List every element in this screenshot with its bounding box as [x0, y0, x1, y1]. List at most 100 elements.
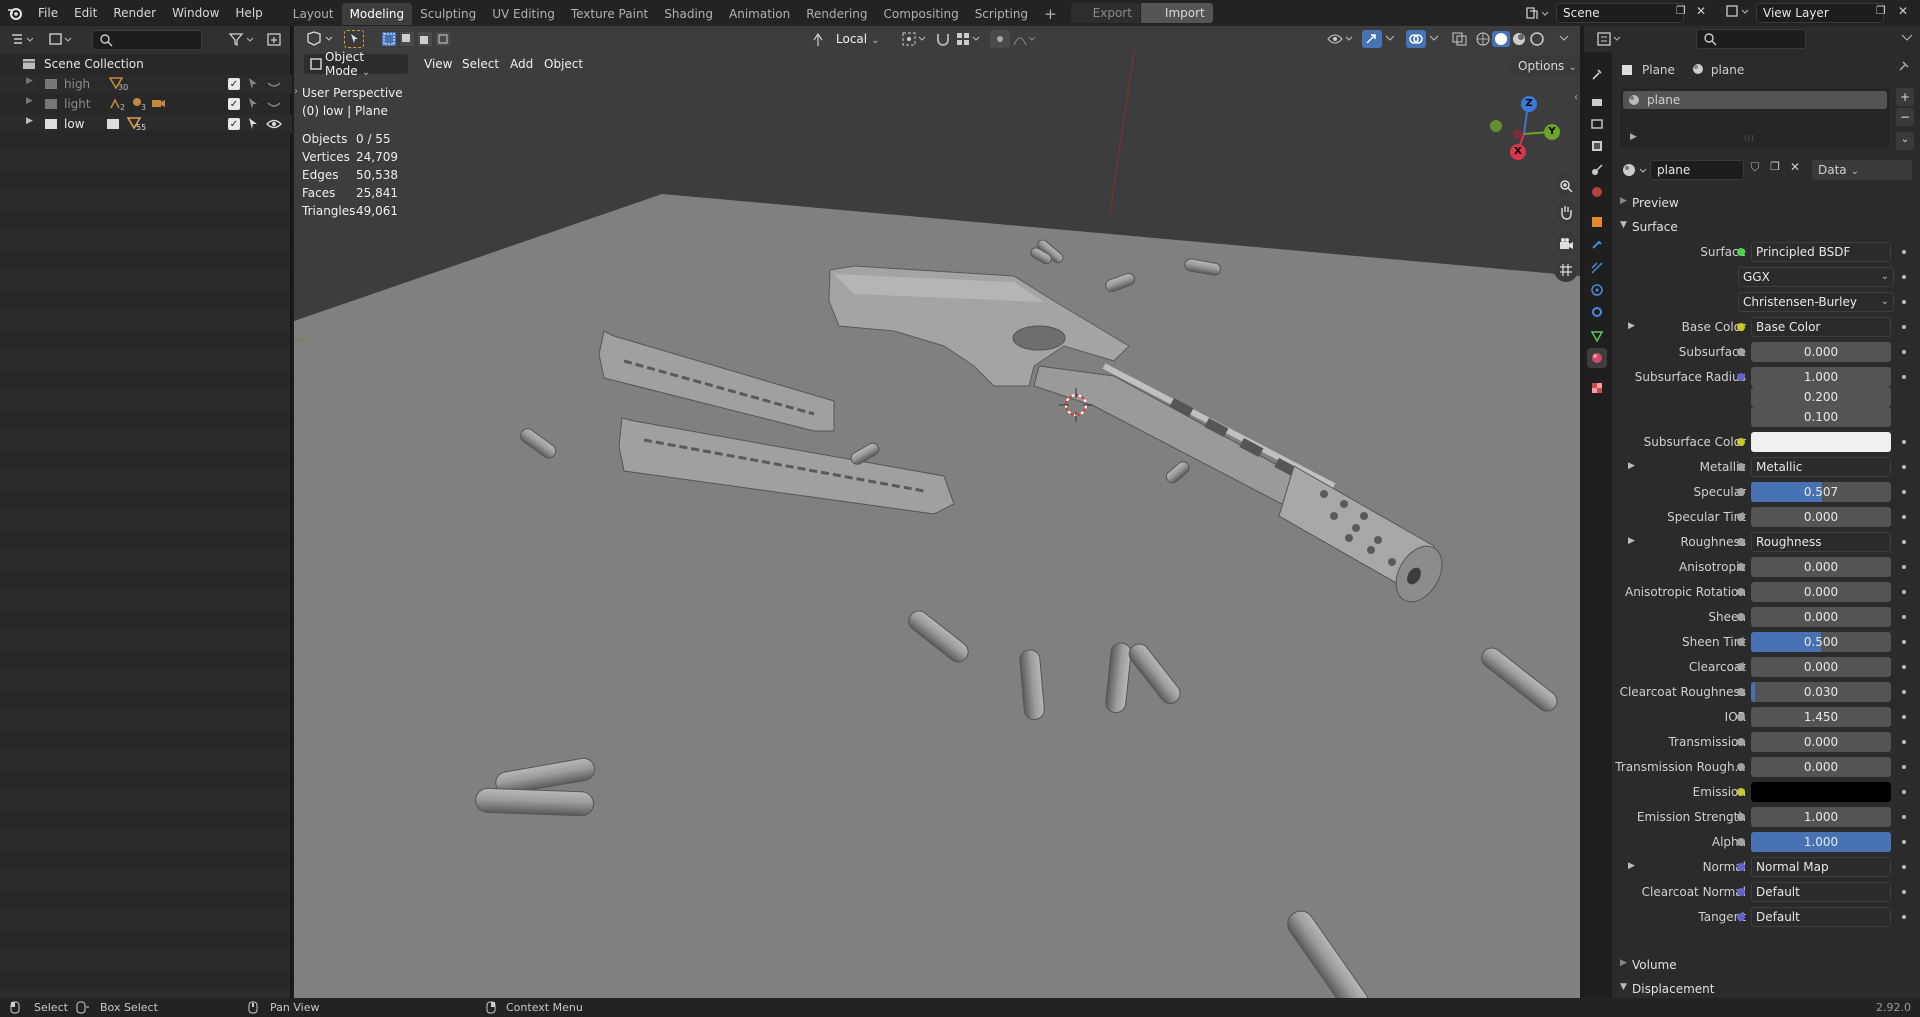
tab-data-icon[interactable]	[1587, 326, 1607, 346]
tab-output-icon[interactable]	[1587, 114, 1607, 134]
keyframe-dot-icon[interactable]	[1902, 490, 1906, 494]
expand-arrow-icon[interactable]: ▶	[1628, 861, 1635, 871]
keyframe-dot-icon[interactable]	[1902, 375, 1906, 379]
number-slider[interactable]: 0.000	[1751, 342, 1891, 362]
copy-view-layer-icon[interactable]: ❐	[1876, 4, 1892, 22]
duplicate-material-icon[interactable]: ❐	[1766, 160, 1784, 180]
number-slider[interactable]: 0.507	[1751, 482, 1891, 502]
keyframe-dot-icon[interactable]	[1902, 515, 1906, 519]
menu-window[interactable]: Window	[164, 0, 227, 26]
tab-render-icon[interactable]	[1587, 92, 1607, 112]
keyframe-dot-icon[interactable]	[1902, 465, 1906, 469]
select-arrow-icon[interactable]	[247, 77, 259, 94]
view-layer-icon[interactable]	[1724, 3, 1754, 23]
camera-view-icon[interactable]	[1554, 232, 1578, 256]
unlink-material-icon[interactable]: ✕	[1786, 160, 1804, 180]
number-slider[interactable]: 0.030	[1751, 682, 1891, 702]
exclude-checkbox[interactable]: ✓	[228, 98, 240, 110]
keyframe-dot-icon[interactable]	[1902, 275, 1906, 279]
add-slot-button[interactable]: +	[1896, 88, 1914, 106]
tab-modeling[interactable]: Modeling	[341, 3, 413, 25]
socket-dot-icon[interactable]	[1737, 838, 1745, 846]
number-slider[interactable]: 0.000	[1751, 557, 1891, 577]
view-layer-field[interactable]: View Layer	[1756, 3, 1884, 23]
color-swatch[interactable]	[1751, 432, 1891, 452]
tab-compositing[interactable]: Compositing	[875, 3, 966, 25]
navigation-gizmo[interactable]: Z Y X	[1484, 88, 1564, 178]
vector-field[interactable]: 1.000	[1751, 367, 1891, 387]
remove-slot-button[interactable]: −	[1896, 108, 1914, 126]
surface-section-header[interactable]: ▼ Surface	[1612, 216, 1920, 238]
copy-scene-icon[interactable]: ❐	[1676, 4, 1692, 22]
number-slider[interactable]: 0.000	[1751, 582, 1891, 602]
number-slider[interactable]: 1.000	[1751, 832, 1891, 852]
keyframe-dot-icon[interactable]	[1902, 815, 1906, 819]
tab-object-icon[interactable]	[1587, 212, 1607, 232]
pan-hand-icon[interactable]	[1554, 200, 1578, 224]
properties-search-input[interactable]	[1696, 29, 1806, 49]
exclude-checkbox[interactable]: ✓	[228, 78, 240, 90]
expand-arrow-icon[interactable]: ▶	[1628, 461, 1635, 471]
menu-help[interactable]: Help	[227, 0, 270, 26]
tab-texture-icon[interactable]	[1587, 378, 1607, 398]
keyframe-dot-icon[interactable]	[1902, 325, 1906, 329]
tab-particles-icon[interactable]	[1587, 258, 1607, 278]
visibility-closed-icon[interactable]	[266, 99, 282, 113]
keyframe-dot-icon[interactable]	[1902, 615, 1906, 619]
number-slider[interactable]: 0.000	[1751, 757, 1891, 777]
socket-dot-icon[interactable]	[1737, 888, 1745, 896]
tab-shading[interactable]: Shading	[656, 3, 721, 25]
socket-dot-icon[interactable]	[1737, 538, 1745, 546]
tab-animation[interactable]: Animation	[721, 3, 798, 25]
outliner-search-input[interactable]	[92, 30, 202, 50]
keyframe-dot-icon[interactable]	[1902, 865, 1906, 869]
tab-world-icon[interactable]	[1587, 182, 1607, 202]
keyframe-dot-icon[interactable]	[1902, 540, 1906, 544]
number-slider[interactable]: 0.000	[1751, 507, 1891, 527]
preview-section-header[interactable]: ▶ Preview	[1612, 192, 1920, 214]
overlays-dropdown-icon[interactable]	[1428, 32, 1440, 44]
socket-dot-icon[interactable]	[1737, 488, 1745, 496]
menu-edit[interactable]: Edit	[66, 0, 105, 26]
tab-scene-icon[interactable]	[1587, 160, 1607, 180]
ortho-grid-icon[interactable]	[1554, 258, 1578, 282]
menu-object[interactable]: Object	[544, 57, 583, 71]
toolbar-toggle-icon[interactable]: ›	[294, 86, 300, 100]
overlays-toggle-icon[interactable]	[1406, 30, 1426, 48]
number-slider[interactable]: 1.000	[1751, 807, 1891, 827]
tab-uv-editing[interactable]: UV Editing	[484, 3, 563, 25]
tab-scripting[interactable]: Scripting	[967, 3, 1036, 25]
keyframe-dot-icon[interactable]	[1902, 740, 1906, 744]
link-field[interactable]: Normal Map	[1751, 857, 1891, 877]
shading-mode-icons[interactable]	[1474, 30, 1554, 48]
tab-texture-paint[interactable]: Texture Paint	[563, 3, 656, 25]
slot-specials-button[interactable]: ⌄	[1896, 132, 1914, 150]
displacement-section-header[interactable]: ▼ Displacement	[1612, 978, 1920, 998]
socket-dot-icon[interactable]	[1737, 613, 1745, 621]
snap-icon[interactable]	[934, 30, 954, 48]
socket-dot-icon[interactable]	[1737, 913, 1745, 921]
keyframe-dot-icon[interactable]	[1902, 715, 1906, 719]
link-field[interactable]: Metallic	[1751, 457, 1891, 477]
keyframe-dot-icon[interactable]	[1902, 440, 1906, 444]
tab-layout[interactable]: Layout	[285, 3, 342, 25]
properties-options-dropdown-icon[interactable]	[1900, 30, 1914, 48]
menu-select[interactable]: Select	[462, 57, 499, 71]
blender-logo-icon[interactable]	[0, 0, 30, 26]
select-tool-icon[interactable]	[344, 30, 364, 48]
filter-icon[interactable]	[228, 31, 258, 49]
tab-rendering[interactable]: Rendering	[798, 3, 875, 25]
browse-material-icon[interactable]	[1620, 160, 1654, 180]
keyframe-dot-icon[interactable]	[1902, 565, 1906, 569]
number-slider[interactable]: 0.500	[1751, 632, 1891, 652]
volume-section-header[interactable]: ▶ Volume	[1612, 954, 1920, 976]
orientation-icon[interactable]	[812, 30, 824, 48]
keyframe-dot-icon[interactable]	[1902, 890, 1906, 894]
export-button[interactable]: Export	[1070, 3, 1140, 23]
number-slider[interactable]: 1.450	[1751, 707, 1891, 727]
vector-field[interactable]: 0.200	[1751, 387, 1891, 407]
gizmo-toggle-icon[interactable]	[1362, 30, 1382, 48]
falloff-icon[interactable]	[1012, 30, 1038, 48]
keyframe-dot-icon[interactable]	[1902, 915, 1906, 919]
color-swatch[interactable]	[1751, 782, 1891, 802]
